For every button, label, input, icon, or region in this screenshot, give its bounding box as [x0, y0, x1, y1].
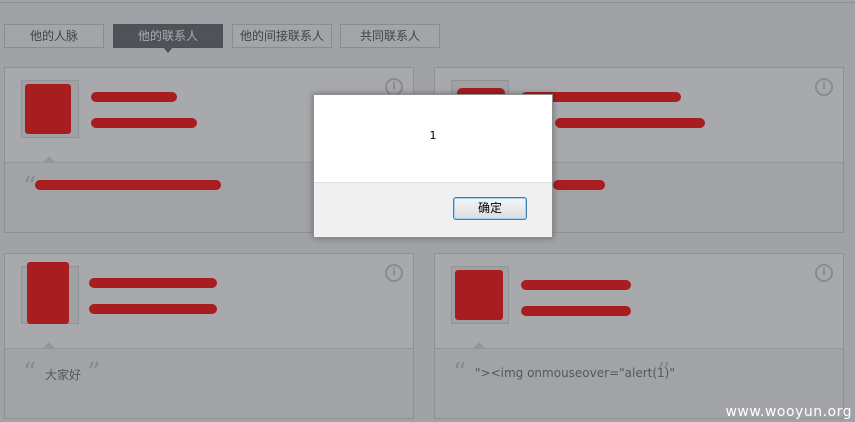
dialog-footer: 确定 [314, 182, 552, 237]
alert-message: 1 [429, 129, 437, 142]
alert-dialog: 1 确定 [313, 94, 553, 238]
watermark-text: www.wooyun.org [725, 404, 852, 420]
ok-button[interactable]: 确定 [453, 197, 527, 220]
